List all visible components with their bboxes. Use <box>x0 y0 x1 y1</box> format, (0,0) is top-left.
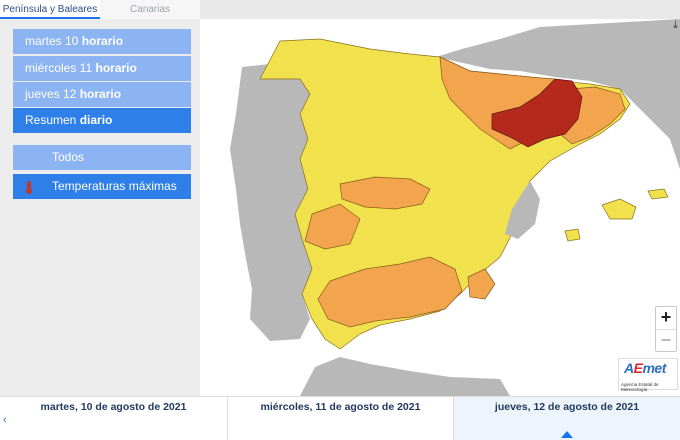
region-tabs: Península y Baleares Canarias <box>0 0 200 19</box>
aemet-subtitle: Agencia Estatal de Meteorología <box>621 382 659 392</box>
sidebar: martes 10 horario miércoles 11 horario j… <box>0 19 200 396</box>
filter-todos-button[interactable]: Todos <box>13 145 191 170</box>
zoom-control: + − <box>655 306 677 352</box>
zoom-out-button[interactable]: − <box>656 329 676 352</box>
morocco-land <box>300 357 510 396</box>
forecast-martes-horario-button[interactable]: martes 10 horario <box>13 29 191 54</box>
download-icon[interactable]: ⤓ <box>673 19 678 32</box>
timeline-day-miercoles[interactable]: miércoles, 11 de agosto de 2021 <box>228 397 454 440</box>
warnings-map[interactable]: ⤓ + − AEmet Agencia Estatal de Meteorolo… <box>200 19 680 396</box>
aemet-brand: AEmet <box>624 360 666 376</box>
forecast-jueves-horario-button[interactable]: jueves 12 horario <box>13 82 191 107</box>
filter-temperaturas-maximas-button[interactable]: Temperaturas máximas <box>13 174 191 199</box>
thermometer-icon <box>26 181 32 194</box>
forecast-miercoles-horario-button[interactable]: miércoles 11 horario <box>13 56 191 81</box>
ibiza <box>564 228 581 242</box>
tab-peninsula-baleares[interactable]: Península y Baleares <box>0 0 100 19</box>
aemet-logo: AEmet Agencia Estatal de Meteorología <box>618 358 678 392</box>
portugal-land <box>230 64 312 341</box>
spain-map <box>230 19 680 396</box>
timeline-day-martes[interactable]: martes, 10 de agosto de 2021 <box>0 397 228 440</box>
menorca <box>647 188 669 200</box>
day-timeline: martes, 10 de agosto de 2021 miércoles, … <box>0 396 680 440</box>
selected-day-pointer <box>561 431 573 438</box>
tab-canarias[interactable]: Canarias <box>100 0 200 19</box>
zoom-in-button[interactable]: + <box>656 307 676 329</box>
chevron-left-icon[interactable]: ‹ <box>3 414 7 426</box>
forecast-resumen-diario-button[interactable]: Resumen diario <box>13 108 191 133</box>
mallorca <box>601 198 637 220</box>
